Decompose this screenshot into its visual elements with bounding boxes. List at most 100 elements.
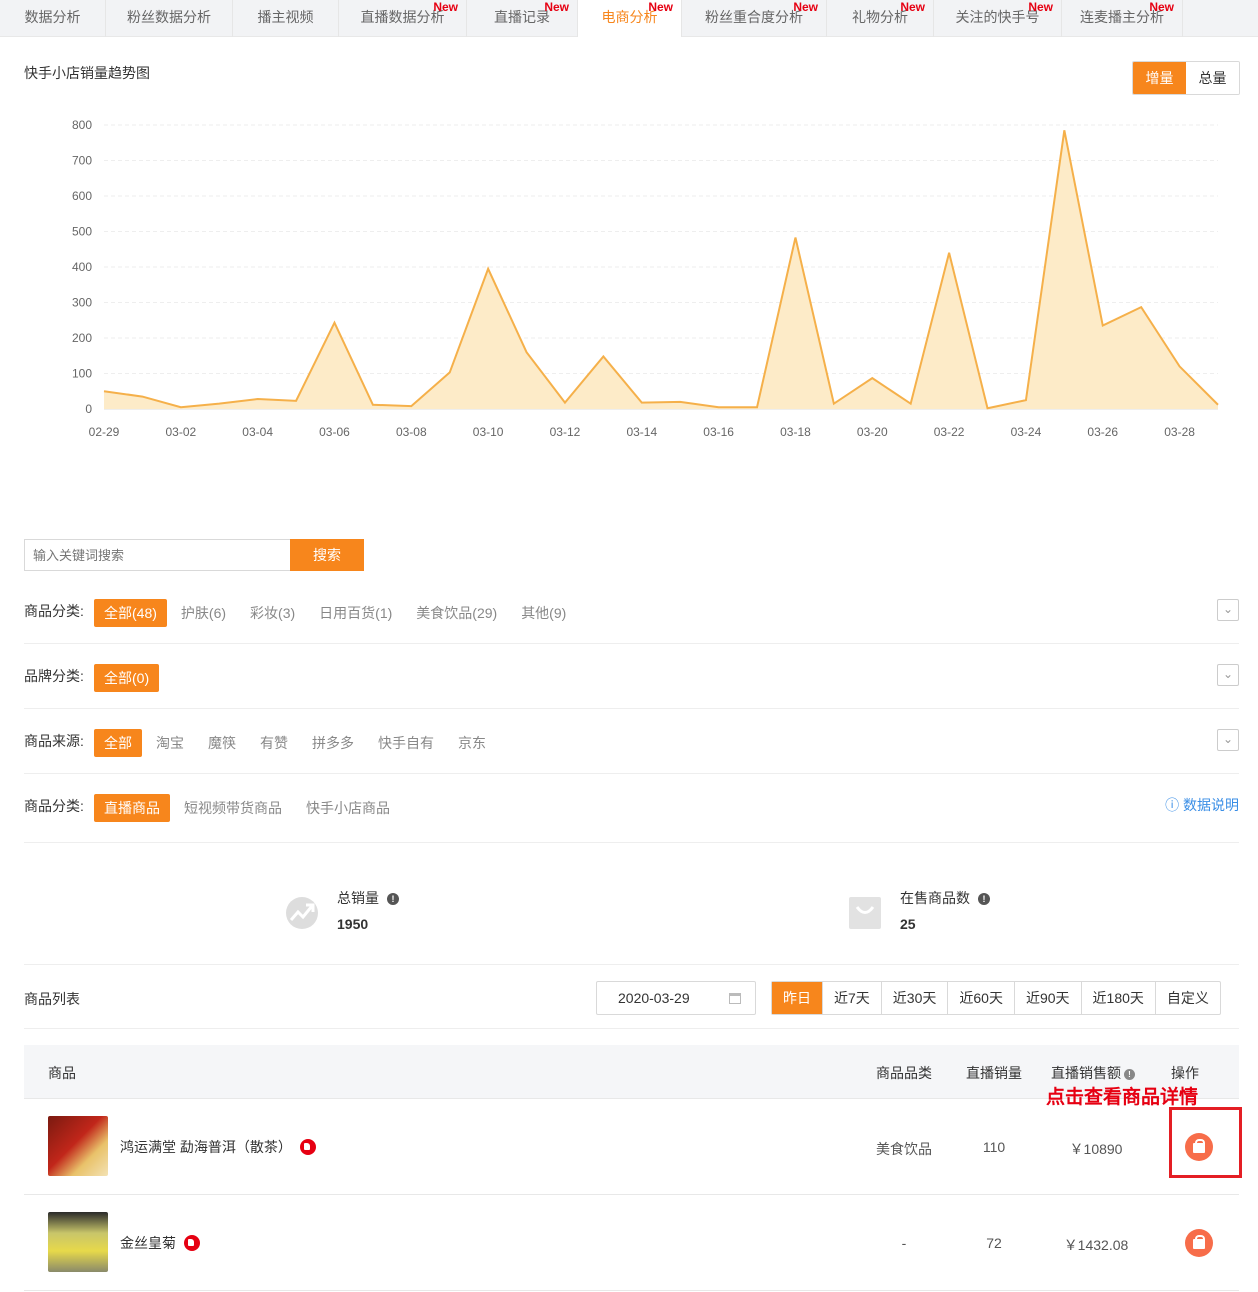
product-name-text: 金丝皇菊 [120,1235,176,1251]
total-toggle-button[interactable]: 总量 [1186,62,1239,94]
x-tick-label: 03-02 [165,425,196,439]
filter-option[interactable]: 日用百货(1) [309,599,402,627]
filter-row: 商品分类: 直播商品 短视频带货商品 快手小店商品 ⓘ 数据说明 [24,794,1239,842]
search-input[interactable] [24,539,290,571]
x-tick-label: 02-29 [89,425,120,439]
trend-icon [286,897,318,929]
table-row: 金丝皇菊 - 72 ￥1432.08 [24,1195,1239,1291]
filter-row: 品牌分类: 全部(0) ⌄ [24,664,1239,709]
range-option[interactable]: 自定义 [1156,982,1220,1014]
range-option[interactable]: 昨日 [772,982,823,1014]
tab-6[interactable]: 粉丝重合度分析 New [682,0,827,37]
series-area [104,130,1218,409]
product-category: - [901,1235,907,1251]
search-bar: 搜索 [24,539,364,571]
y-tick-label: 500 [72,225,92,239]
filter-option[interactable]: 全部 [94,729,142,757]
product-detail-button[interactable] [1185,1229,1213,1257]
x-tick-label: 03-28 [1164,425,1195,439]
x-tick-label: 03-08 [396,425,427,439]
increment-toggle-button[interactable]: 增量 [1133,62,1186,94]
y-tick-label: 600 [72,189,92,203]
total-sales-value: 1950 [337,916,369,932]
filter-option[interactable]: 淘宝 [146,729,194,757]
filter-option[interactable]: 京东 [448,729,496,757]
range-option[interactable]: 近30天 [882,982,949,1014]
range-option[interactable]: 近180天 [1082,982,1156,1014]
on-sale-stat: 在售商品数! 25 [848,888,990,932]
filter-option[interactable]: 美食饮品(29) [406,599,507,627]
tab-9[interactable]: 连麦播主分析 New [1062,0,1183,37]
range-option[interactable]: 近7天 [823,982,882,1014]
tab-5[interactable]: 电商分析 New [578,0,682,37]
filter-option[interactable]: 全部(0) [94,664,160,692]
tab-label: 直播记录 [494,9,550,25]
tab-label: 粉丝重合度分析 [705,9,803,25]
total-sales-label: 总销量! [337,888,399,908]
divider [24,643,1239,644]
tab-2[interactable]: 播主视频 [233,0,339,37]
product-name[interactable]: 鸿运满堂 勐海普洱（散茶） [120,1137,316,1157]
date-picker[interactable]: 2020-03-29 [596,981,756,1015]
col-revenue: 直播销售额! [1051,1063,1135,1083]
chevron-down-icon[interactable]: ⌄ [1217,729,1239,751]
filter-option[interactable]: 拼多多 [302,729,364,757]
tab-7[interactable]: 礼物分析 New [827,0,934,37]
tab-8[interactable]: 关注的快手号 New [934,0,1062,37]
filter-option[interactable]: 直播商品 [94,794,170,822]
x-tick-label: 03-12 [550,425,581,439]
range-option[interactable]: 近60天 [948,982,1015,1014]
range-option[interactable]: 近90天 [1015,982,1082,1014]
product-sales: 72 [986,1235,1002,1251]
tab-3[interactable]: 直播数据分析 New [339,0,467,37]
tab-label: 直播数据分析 [360,9,445,25]
x-tick-label: 03-14 [626,425,657,439]
x-tick-label: 03-26 [1087,425,1118,439]
annotation-highlight-box [1169,1107,1242,1178]
product-sales: 110 [982,1139,1006,1155]
product-name[interactable]: 金丝皇菊 [120,1233,200,1253]
y-tick-label: 300 [72,296,92,310]
tab-bar: 数据分析 粉丝数据分析 播主视频 直播数据分析 New 直播记录 New 电商分析 New 粉丝重… [0,0,1258,37]
search-button[interactable]: 搜索 [290,539,364,571]
tab-4[interactable]: 直播记录 New [467,0,578,37]
filter-option[interactable]: 快手小店商品 [296,794,400,822]
y-tick-label: 100 [72,367,92,381]
annotation-text: 点击查看商品详情 [1046,1087,1199,1108]
chevron-down-icon[interactable]: ⌄ [1217,664,1239,686]
info-icon[interactable]: ! [978,893,990,905]
filter-row: 商品来源: 全部 淘宝 魔筷 有赞 拼多多 快手自有 京东 ⌄ [24,729,1239,774]
y-tick-label: 0 [85,402,92,416]
new-badge: New [1028,0,1053,14]
new-badge: New [900,0,925,14]
chevron-down-icon[interactable]: ⌄ [1217,599,1239,621]
col-action: 操作 [1171,1065,1199,1081]
shopping-bag-icon [849,897,881,929]
x-tick-label: 03-20 [857,425,888,439]
data-help-link[interactable]: ⓘ 数据说明 [1165,795,1239,815]
filter-label: 商品分类: [24,603,84,619]
filter-option[interactable]: 短视频带货商品 [174,794,292,822]
table-row: 鸿运满堂 勐海普洱（散茶） 美食饮品 110 ￥10890 [24,1099,1239,1195]
filter-option[interactable]: 快手自有 [368,729,444,757]
info-icon[interactable]: ! [1124,1069,1135,1080]
filter-option[interactable]: 有赞 [250,729,298,757]
hot-badge-icon [299,1139,316,1155]
x-tick-label: 03-18 [780,425,811,439]
y-tick-label: 200 [72,331,92,345]
info-icon[interactable]: ! [387,893,399,905]
tab-0[interactable]: 数据分析 [0,0,106,37]
filter-option[interactable]: 全部(48) [94,599,167,627]
product-thumbnail[interactable] [48,1116,108,1176]
chart-title: 快手小店销量趋势图 [24,65,150,81]
filter-option[interactable]: 护肤(6) [171,599,236,627]
tab-1[interactable]: 粉丝数据分析 [106,0,233,37]
filter-option[interactable]: 彩妆(3) [240,599,305,627]
filter-option[interactable]: 魔筷 [198,729,246,757]
product-list-title: 商品列表 [24,991,80,1007]
col-sales: 直播销量 [966,1065,1022,1081]
filter-option[interactable]: 其他(9) [511,599,576,627]
product-name-text: 鸿运满堂 勐海普洱（散茶） [120,1139,292,1155]
tab-label: 播主视频 [257,9,314,25]
product-thumbnail[interactable] [48,1212,108,1272]
